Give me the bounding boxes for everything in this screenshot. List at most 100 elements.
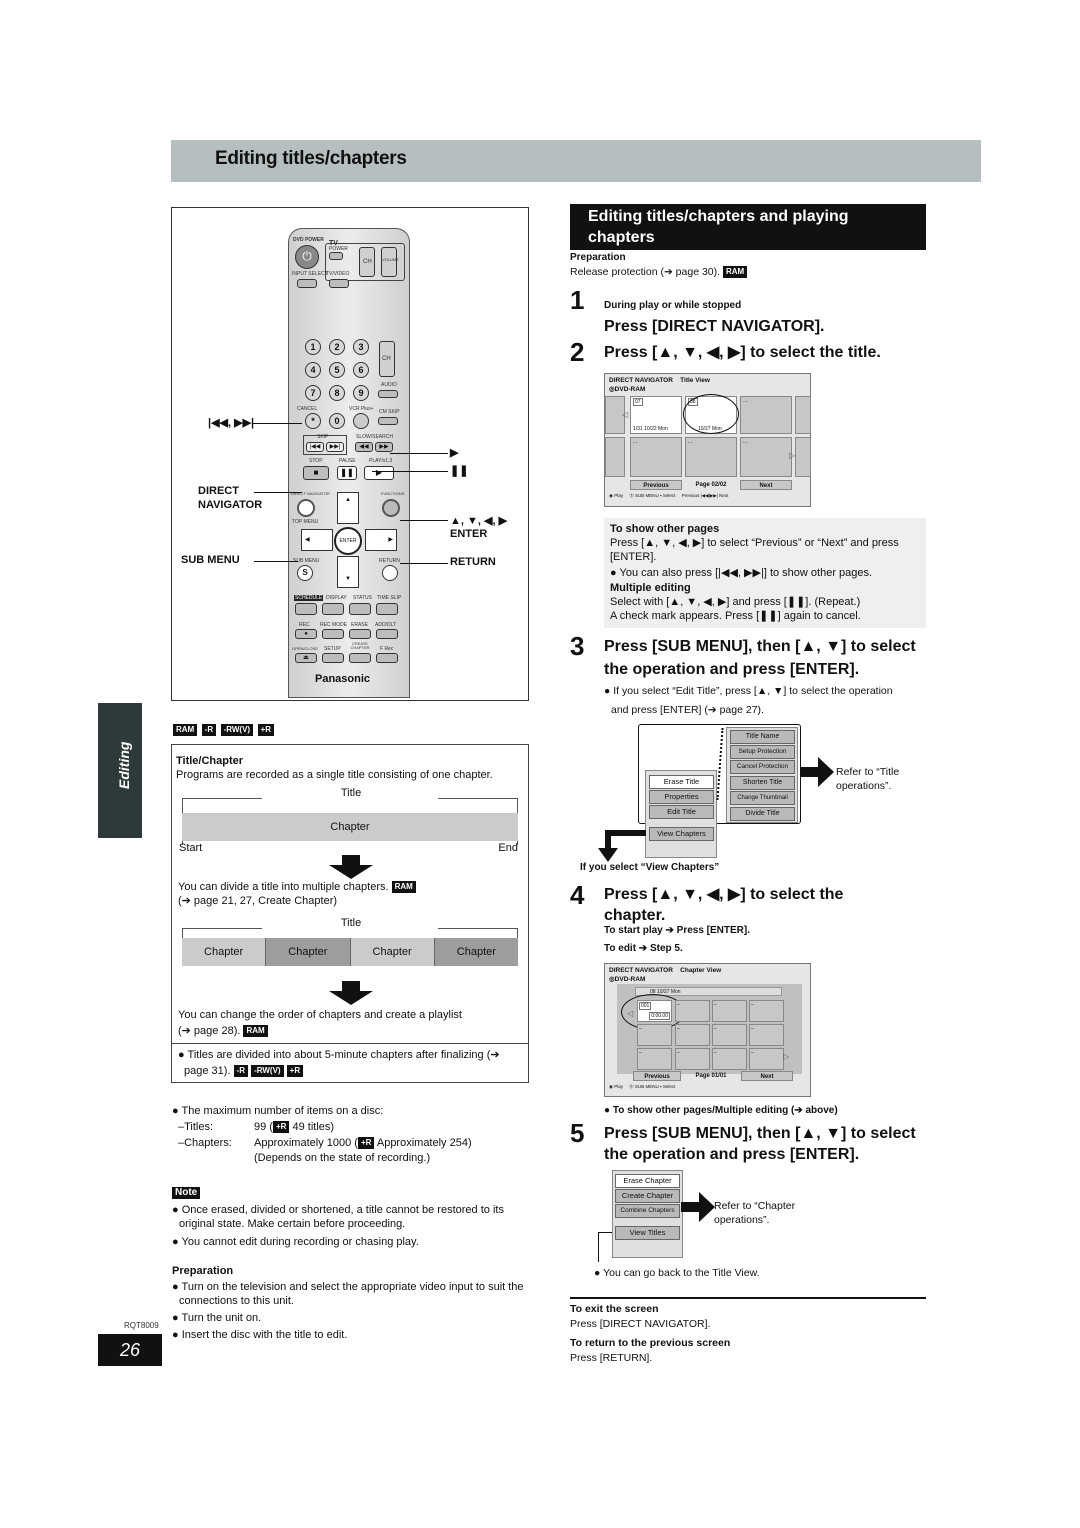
down-arrow-icon bbox=[342, 981, 360, 991]
next-button[interactable]: Next bbox=[741, 1071, 793, 1081]
previous-button[interactable]: Previous bbox=[633, 1071, 681, 1081]
num-1-button[interactable]: 1 bbox=[305, 339, 321, 355]
sub-menu-icon: Ⓢ bbox=[629, 493, 634, 498]
up-button[interactable]: ▲ bbox=[337, 492, 359, 524]
time-slip-button[interactable] bbox=[376, 603, 398, 615]
rec-mode-button[interactable] bbox=[322, 629, 344, 639]
sub-menu-button[interactable]: S bbox=[297, 565, 313, 581]
badge-plus-r: +R bbox=[286, 1065, 304, 1078]
power-icon[interactable]: ⏻ bbox=[295, 245, 319, 269]
next-button[interactable]: Next bbox=[740, 480, 792, 490]
empty-slot: – bbox=[712, 1000, 747, 1022]
tv-video-button[interactable] bbox=[329, 279, 349, 288]
left-button[interactable]: ◀ bbox=[301, 529, 333, 551]
next-page-arrow-icon[interactable]: ▷ bbox=[783, 1052, 789, 1061]
num-7-button[interactable]: 7 bbox=[305, 385, 321, 401]
skip-back-button[interactable]: |◀◀ bbox=[306, 442, 324, 452]
f-rec-button[interactable] bbox=[376, 653, 398, 663]
right-button[interactable]: ▶ bbox=[365, 529, 397, 551]
cm-skip-button[interactable] bbox=[378, 417, 398, 425]
disc-type: ◎DVD-RAM bbox=[609, 386, 646, 393]
menu-item-create-chapter[interactable]: Create Chapter bbox=[615, 1189, 680, 1203]
label-cm-skip: CM SKIP bbox=[379, 409, 400, 415]
num-9-button[interactable]: 9 bbox=[353, 385, 369, 401]
exit-heading: To exit the screen bbox=[570, 1303, 659, 1315]
stop-button[interactable]: ■ bbox=[303, 466, 329, 480]
num-3-button[interactable]: 3 bbox=[353, 339, 369, 355]
input-select-button[interactable] bbox=[297, 279, 317, 288]
display-button[interactable] bbox=[322, 603, 344, 615]
divide-text: You can divide a title into multiple cha… bbox=[178, 880, 416, 894]
schedule-button[interactable] bbox=[295, 603, 317, 615]
menu-item-setup-protection[interactable]: Setup Protection bbox=[730, 745, 795, 759]
title-bracket-line bbox=[438, 928, 518, 929]
step-4-line2: chapter. bbox=[604, 907, 666, 924]
num-4-button[interactable]: 4 bbox=[305, 362, 321, 378]
search-forward-button[interactable]: ▶▶ bbox=[375, 442, 393, 452]
badge-r: -R bbox=[201, 723, 217, 736]
audio-button[interactable] bbox=[378, 390, 398, 398]
menu-item-erase-title[interactable]: Erase Title bbox=[649, 775, 714, 789]
add-dlt-button[interactable] bbox=[376, 629, 398, 639]
menu-item-erase-chapter[interactable]: Erase Chapter bbox=[615, 1174, 680, 1188]
prev-page-arrow-icon[interactable]: ◁ bbox=[622, 410, 628, 419]
chapter-view-screen: DIRECT NAVIGATOR Chapter View ◎DVD-RAM 0… bbox=[604, 963, 811, 1097]
label-ch-2: CH bbox=[382, 356, 391, 362]
callout-line bbox=[254, 492, 302, 493]
label-slow-search: SLOW/SEARCH bbox=[356, 434, 393, 440]
erase-button[interactable] bbox=[349, 629, 371, 639]
down-button[interactable]: ▼ bbox=[337, 556, 359, 588]
step-2-text: Press [▲, ▼, ◀, ▶] to select the title. bbox=[604, 344, 881, 361]
callout-arrows: ▲, ▼, ◀, ▶ bbox=[450, 515, 508, 527]
volume-rocker[interactable] bbox=[381, 247, 397, 277]
badge-rw-v: -RW(V) bbox=[220, 723, 254, 736]
pause-button[interactable]: ❚❚ bbox=[337, 466, 357, 480]
order-ref: (➔ page 28). RAM bbox=[178, 1024, 268, 1038]
return-button[interactable] bbox=[382, 565, 398, 581]
badge-ram: RAM bbox=[722, 266, 748, 279]
menu-item-edit-title[interactable]: Edit Title bbox=[649, 805, 714, 819]
menu-item-view-chapters[interactable]: View Chapters bbox=[649, 827, 714, 841]
play-button[interactable]: ▶ bbox=[364, 466, 394, 480]
badge-ram: RAM bbox=[243, 1025, 268, 1038]
direct-navigator-button[interactable] bbox=[297, 499, 315, 517]
limits-chapters-value: Approximately 1000 (+R Approximately 254… bbox=[254, 1137, 472, 1150]
menu-item-divide-title[interactable]: Divide Title bbox=[730, 807, 795, 821]
chapter-label: Chapter bbox=[330, 821, 370, 833]
multiple-editing-line: A check mark appears. Press [❚❚] again t… bbox=[610, 610, 861, 622]
exit-text: Press [DIRECT NAVIGATOR]. bbox=[570, 1318, 711, 1330]
num-6-button[interactable]: 6 bbox=[353, 362, 369, 378]
callout-line bbox=[254, 561, 298, 562]
tv-power-button[interactable] bbox=[329, 252, 343, 260]
enter-button[interactable]: ENTER bbox=[334, 527, 362, 555]
num-0-button[interactable]: 0 bbox=[329, 413, 345, 429]
search-back-button[interactable]: ◀◀ bbox=[355, 442, 373, 452]
open-close-button[interactable]: ⏏ bbox=[295, 653, 317, 663]
menu-item-properties[interactable]: Properties bbox=[649, 790, 714, 804]
title-thumbnail[interactable]: 07 1/31 10/22 Mon bbox=[630, 396, 682, 434]
end-label: End bbox=[498, 842, 518, 854]
vcr-plus-button[interactable] bbox=[353, 413, 369, 429]
previous-button[interactable]: Previous bbox=[630, 480, 682, 490]
skip-forward-button[interactable]: ▶▶| bbox=[326, 442, 344, 452]
menu-item-view-titles[interactable]: View Titles bbox=[615, 1226, 680, 1240]
menu-item-combine-chapters[interactable]: Combine Chapters bbox=[615, 1204, 680, 1218]
status-button[interactable] bbox=[349, 603, 371, 615]
cancel-button[interactable]: * bbox=[305, 413, 321, 429]
empty-slot: - - bbox=[740, 437, 792, 477]
num-2-button[interactable]: 2 bbox=[329, 339, 345, 355]
menu-item-shorten-title[interactable]: Shorten Title bbox=[730, 776, 795, 790]
refer-chapter-operations: Refer to “Chapter operations”. bbox=[714, 1200, 796, 1226]
setup-button[interactable] bbox=[322, 653, 344, 663]
num-5-button[interactable]: 5 bbox=[329, 362, 345, 378]
menu-item-title-name[interactable]: Title Name bbox=[730, 730, 795, 744]
functions-button[interactable] bbox=[382, 499, 400, 517]
rec-button[interactable]: ● bbox=[295, 629, 317, 639]
view-chapters-note: If you select “View Chapters” bbox=[580, 862, 720, 873]
num-8-button[interactable]: 8 bbox=[329, 385, 345, 401]
title-submenu: Erase Title Properties Edit Title View C… bbox=[645, 770, 717, 858]
create-chapter-button[interactable] bbox=[349, 653, 371, 663]
menu-item-change-thumbnail[interactable]: Change Thumbnail bbox=[730, 791, 795, 805]
menu-item-cancel-protection[interactable]: Cancel Protection bbox=[730, 760, 795, 774]
empty-slot: – bbox=[749, 1048, 784, 1070]
